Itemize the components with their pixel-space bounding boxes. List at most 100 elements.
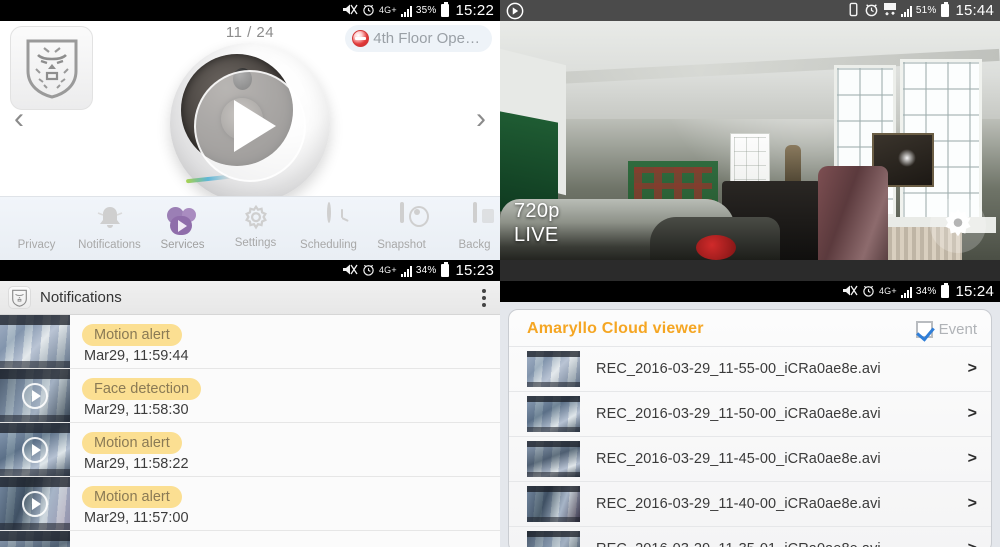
gear-icon <box>241 204 271 234</box>
toolbar-item-snapshot[interactable]: Snapshot <box>365 202 438 251</box>
statusbar-live: 51% 15:44 <box>500 0 1000 21</box>
alarm-icon <box>362 263 375 279</box>
list-item[interactable]: REC_2016-03-29_11-45-00_iCRa0ae8e.avi > <box>509 436 991 481</box>
scene-armchair <box>818 166 888 260</box>
battery-percent-live: 51% <box>915 5 937 16</box>
battery-percent-notifications: 34% <box>415 265 437 276</box>
play-icon[interactable] <box>22 382 48 409</box>
play-icon[interactable] <box>194 70 306 183</box>
carousel-next-button[interactable]: › <box>466 98 496 140</box>
list-item[interactable]: REC_2016-03-29_11-50-00_iCRa0ae8e.avi > <box>509 391 991 436</box>
battery-percent-device: 35% <box>415 5 437 16</box>
notifications-header: Notifications <box>0 281 500 315</box>
tiger-logo-icon <box>8 286 31 309</box>
privacy-icon <box>20 204 54 236</box>
toolbar-label-services: Services <box>160 239 205 251</box>
recording-filename: REC_2016-03-29_11-55-00_iCRa0ae8e.avi <box>596 361 881 377</box>
clock-live: 15:44 <box>955 2 994 19</box>
event-filter-label: Event <box>938 320 977 338</box>
play-icon[interactable] <box>22 436 48 463</box>
mute-icon <box>342 3 358 19</box>
notification-thumbnail <box>0 531 70 547</box>
statusbar-icons-device: 4G+ 35% <box>342 2 450 19</box>
carousel-prev-button[interactable]: ‹ <box>4 98 34 140</box>
toolbar-label-snapshot: Snapshot <box>377 239 426 251</box>
clock-notifications: 15:23 <box>455 262 494 279</box>
recording-thumbnail <box>527 396 580 432</box>
toolbar-item-privacy[interactable]: Privacy <box>0 204 73 251</box>
list-item[interactable]: Motion alert Mar29, 11:59:44 <box>0 315 500 369</box>
recording-thumbnail <box>527 486 580 522</box>
recording-thumbnail <box>527 531 580 547</box>
chevron-right-icon[interactable]: > <box>968 540 977 547</box>
bell-icon <box>93 204 127 236</box>
network-type-icon: 4G+ <box>378 265 397 275</box>
toolbar-item-background[interactable]: Backg <box>438 202 500 251</box>
clock-cloud: 15:24 <box>955 283 994 300</box>
signal-icon <box>400 5 412 17</box>
notification-body: Motion alert Mar29, 11:57:00 <box>70 477 500 530</box>
signal-icon <box>900 286 912 298</box>
play-icon[interactable] <box>22 490 48 517</box>
notification-time: Mar29, 11:57:00 <box>84 510 189 526</box>
toolbar-label-scheduling: Scheduling <box>300 239 357 251</box>
notification-body: Face detection Mar29, 11:58:30 <box>70 369 500 422</box>
list-item[interactable]: Face detection Mar29, 11:58:30 <box>0 369 500 423</box>
screenshot-grid: 4G+ 35% 15:22 11 / 24 4th Floor Ope… ‹ ›… <box>0 0 1000 547</box>
list-item[interactable]: Motion alert <box>0 531 500 547</box>
stream-quality-label: 720p <box>514 200 560 222</box>
list-item[interactable]: REC_2016-03-29_11-35-01_iCRa0ae8e.avi > <box>509 526 991 547</box>
record-indicator-icon <box>506 0 524 21</box>
network-type-icon: 4G+ <box>378 5 397 15</box>
panel-live-view: 51% 15:44 720p LIVE <box>500 0 1000 281</box>
chevron-right-icon[interactable]: > <box>968 495 977 513</box>
list-item[interactable]: REC_2016-03-29_11-40-00_iCRa0ae8e.avi > <box>509 481 991 526</box>
services-icon <box>166 206 200 236</box>
toolbar-item-services[interactable]: Services <box>146 204 219 251</box>
toolbar-item-notifications[interactable]: Notifications <box>73 204 146 251</box>
cloud-viewer-card: Amaryllo Cloud viewer Event REC_2016-03-… <box>508 309 992 547</box>
stream-mode-label: LIVE <box>514 224 559 246</box>
statusbar-notifications-top: 4G+ 34% 15:23 <box>0 260 500 281</box>
notification-body: Motion alert Mar29, 11:58:22 <box>70 423 500 476</box>
gear-icon[interactable] <box>930 197 986 253</box>
live-video-feed[interactable] <box>500 21 1000 260</box>
checkbox-icon[interactable] <box>915 320 933 338</box>
notification-time: Mar29, 11:59:44 <box>84 348 189 364</box>
toolbar-label-settings: Settings <box>234 237 277 249</box>
toolbar-label-background: Backg <box>458 239 491 251</box>
statusbar-cloud: 4G+ 34% 15:24 <box>500 281 1000 302</box>
clock-device: 15:22 <box>455 2 494 19</box>
signal-icon <box>400 265 412 277</box>
panel-device-carousel: 4G+ 35% 15:22 11 / 24 4th Floor Ope… ‹ ›… <box>0 0 500 281</box>
signal-icon <box>900 5 912 17</box>
device-carousel-body: 11 / 24 4th Floor Ope… ‹ › <box>0 21 500 217</box>
event-filter-toggle[interactable]: Event <box>915 320 977 338</box>
list-item[interactable]: Motion alert Mar29, 11:58:22 <box>0 423 500 477</box>
chevron-right-icon[interactable]: > <box>968 405 977 423</box>
vibrate-icon <box>847 2 860 20</box>
alarm-icon <box>362 3 375 19</box>
recording-filename: REC_2016-03-29_11-35-01_iCRa0ae8e.avi <box>596 541 881 547</box>
chevron-right-icon[interactable]: > <box>968 360 977 378</box>
toolbar-label-notifications: Notifications <box>78 239 141 251</box>
list-item[interactable]: REC_2016-03-29_11-55-00_iCRa0ae8e.avi > <box>509 346 991 391</box>
battery-icon <box>441 262 450 277</box>
toolbar-item-settings[interactable]: Settings <box>219 204 292 249</box>
notifications-list[interactable]: Motion alert Mar29, 11:59:44 Face detect… <box>0 315 500 547</box>
list-item[interactable]: Motion alert Mar29, 11:57:00 <box>0 477 500 531</box>
mute-icon <box>342 263 358 279</box>
recording-thumbnail <box>527 351 580 387</box>
toolbar-item-scheduling[interactable]: Scheduling <box>292 202 365 251</box>
camera-icon <box>385 202 419 236</box>
status-badge: Face detection <box>82 378 202 400</box>
notification-thumbnail <box>0 369 70 422</box>
battery-icon <box>941 283 950 298</box>
notification-thumbnail <box>0 423 70 476</box>
chevron-right-icon[interactable]: > <box>968 450 977 468</box>
camera-device-image[interactable] <box>170 43 330 203</box>
play-triangle <box>234 100 276 153</box>
alarm-icon <box>862 284 875 300</box>
more-vertical-icon[interactable] <box>476 285 492 311</box>
panel-notifications: Notifications Motion alert Mar29, 11:59:… <box>0 281 500 547</box>
